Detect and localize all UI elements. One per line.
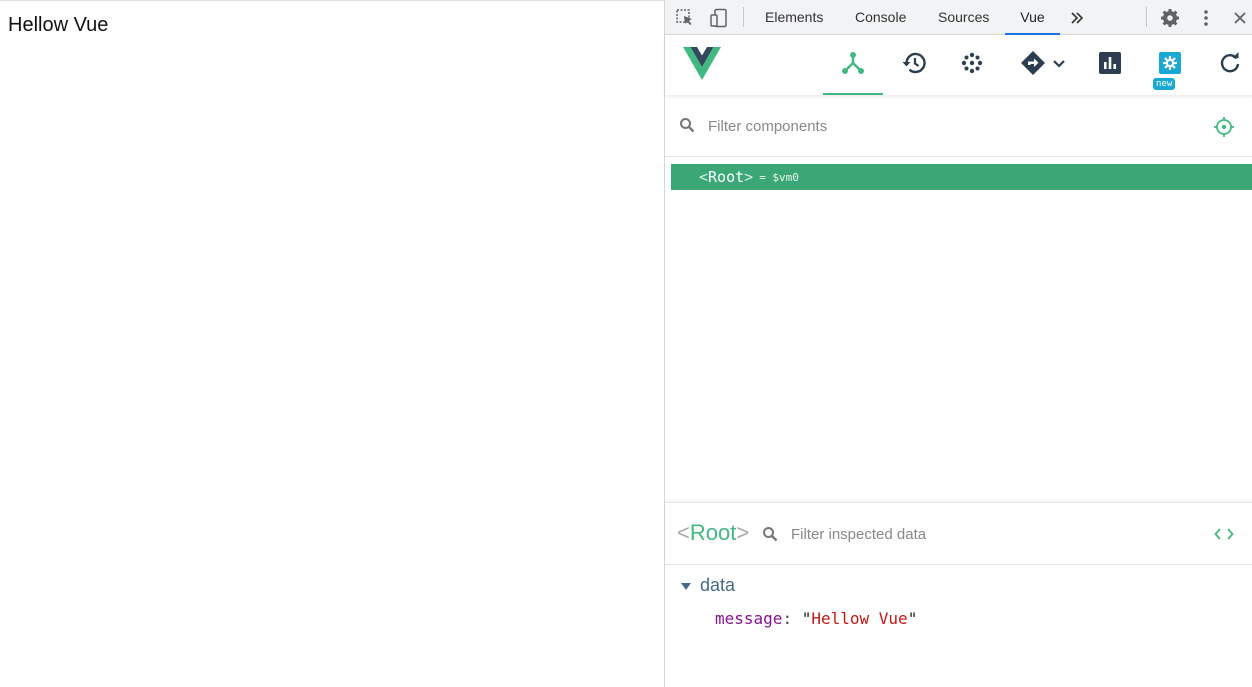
- close-devtools-icon[interactable]: [1228, 6, 1252, 30]
- open-in-editor-code-icon[interactable]: [1214, 526, 1234, 547]
- inspector-title: <Root>: [677, 520, 749, 546]
- tab-console[interactable]: Console: [841, 0, 920, 35]
- tree-bracket-open: <: [699, 168, 709, 186]
- tab-vue[interactable]: Vue: [1005, 0, 1060, 36]
- toolbar-divider: [1146, 7, 1147, 27]
- refresh-icon: [1219, 51, 1241, 79]
- more-tabs-chevron-icon[interactable]: [1065, 6, 1089, 30]
- data-property-row[interactable]: message: "Hellow Vue": [715, 609, 917, 628]
- inspector-bracket-close: >: [736, 520, 750, 545]
- new-badge: new: [1153, 78, 1176, 90]
- component-tree-row-root[interactable]: < Root > = $vm0: [671, 164, 1252, 190]
- tree-bracket-close: >: [744, 168, 754, 186]
- settings-icon: [1159, 51, 1181, 79]
- page-message-text: Hellow Vue: [8, 14, 109, 36]
- browser-page: Hellow Vue: [0, 0, 664, 687]
- devtools-tab-bar: Elements Console Sources Vue: [665, 0, 1252, 36]
- events-tab-button[interactable]: [1017, 35, 1069, 95]
- vuex-tab-button[interactable]: [942, 35, 1002, 95]
- components-icon: [841, 51, 865, 80]
- property-colon: :: [782, 609, 793, 628]
- property-value: Hellow Vue: [811, 609, 908, 628]
- components-tab-button[interactable]: [823, 35, 883, 95]
- inspector-bracket-open: <: [677, 520, 690, 545]
- filter-components-input[interactable]: [706, 115, 1186, 137]
- quote-close: ": [907, 609, 918, 628]
- more-options-kebab-icon[interactable]: [1194, 6, 1218, 30]
- events-diamond-icon: [1020, 50, 1046, 81]
- filter-inspected-data-input[interactable]: [789, 523, 1189, 545]
- search-icon: [762, 526, 778, 547]
- performance-tab-button[interactable]: [1080, 35, 1140, 95]
- inspector-component-name: Root: [689, 520, 737, 545]
- search-icon: [679, 117, 695, 138]
- performance-chart-icon: [1099, 51, 1121, 79]
- expand-triangle-icon: [681, 583, 691, 590]
- property-key: message: [715, 609, 783, 628]
- toolbar-divider: [743, 7, 744, 27]
- history-tab-button[interactable]: [883, 35, 943, 95]
- tab-elements[interactable]: Elements: [751, 0, 837, 35]
- filter-components-bar: [665, 95, 1252, 157]
- tree-component-name: Root: [708, 168, 745, 186]
- history-icon: [900, 51, 926, 80]
- settings-gear-icon[interactable]: [1158, 6, 1182, 30]
- device-toolbar-icon[interactable]: [707, 6, 731, 30]
- devtools-panel: Elements Console Sources Vue new Filter …: [664, 0, 1252, 687]
- quote-open: ": [801, 609, 812, 628]
- data-section-label: data: [700, 575, 736, 595]
- tree-vm-ref: = $vm0: [759, 170, 799, 184]
- select-component-target-icon[interactable]: [1213, 116, 1235, 143]
- data-section-toggle[interactable]: data: [681, 575, 735, 596]
- inspector-header: <Root>: [665, 502, 1252, 565]
- refresh-button[interactable]: [1200, 35, 1252, 95]
- chevron-down-icon: [1052, 56, 1066, 74]
- inspect-element-icon[interactable]: [673, 6, 697, 30]
- tab-sources[interactable]: Sources: [924, 0, 1003, 35]
- vue-logo-icon: [683, 47, 721, 86]
- vue-devtools-toolbar: new: [665, 35, 1252, 95]
- vuex-icon: [961, 52, 983, 79]
- settings-tab-button[interactable]: new: [1140, 35, 1200, 95]
